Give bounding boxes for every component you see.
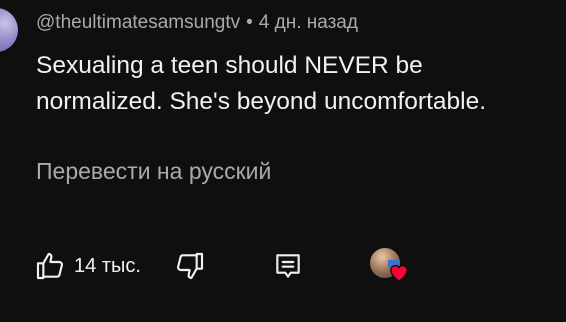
header-separator: • [246,12,253,33]
dislike-button[interactable] [174,250,206,287]
comment-actions: 14 тыс. [34,246,454,286]
comment-text: Sexualing a teen should NEVER be normali… [36,48,556,120]
comment-author[interactable]: @theultimatesamsungtv [36,12,240,33]
comment-header: @theultimatesamsungtv • 4 дн. назад [36,12,358,34]
comment-text-line-1: Sexualing a teen should NEVER be [36,52,423,79]
commenter-avatar[interactable] [0,8,18,52]
creator-heart-badge [370,246,414,286]
reply-button[interactable] [272,250,304,287]
comment-timestamp[interactable]: 4 дн. назад [259,12,358,33]
comment-text-line-2: normalized. She's beyond uncomfortable. [36,88,487,115]
reply-comment-icon [272,254,304,286]
like-count: 14 тыс. [74,254,141,277]
thumbs-up-icon [34,250,66,282]
thumbs-down-icon [174,252,206,286]
creator-heart-icon [388,262,410,287]
translate-link[interactable]: Перевести на русский [36,158,271,185]
like-button[interactable]: 14 тыс. [34,246,141,286]
